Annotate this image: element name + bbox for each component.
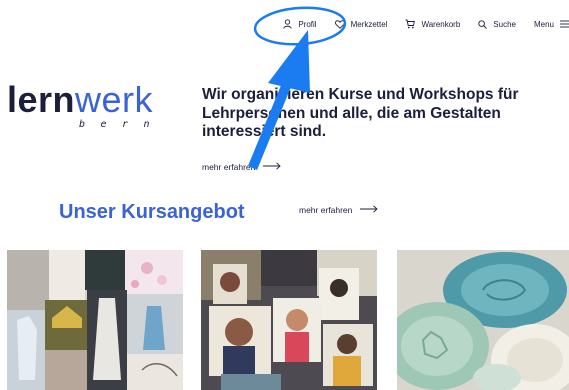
lernwerk-logo[interactable]: lernwerk bern <box>7 82 166 131</box>
arrow-right-icon <box>360 205 379 215</box>
nav-menu[interactable]: Menu <box>534 20 569 29</box>
nav-merkzettel[interactable]: Merkzettel <box>334 19 388 29</box>
hero-more-link[interactable]: mehr erfahren <box>202 162 532 172</box>
logo-subline: bern <box>79 119 166 130</box>
user-icon <box>283 19 292 29</box>
hamburger-icon <box>560 20 569 28</box>
logo-wordmark: lernwerk <box>7 82 165 118</box>
nav-profil-label: Profil <box>298 19 317 29</box>
nav-merkzettel-label: Merkzettel <box>350 19 388 29</box>
course-card-3[interactable] <box>397 250 569 390</box>
courses-more-link[interactable]: mehr erfahren <box>299 205 379 215</box>
logo-strong: lern <box>7 79 76 120</box>
heart-icon <box>334 19 345 29</box>
photo-magazines-image <box>201 250 377 390</box>
search-icon <box>478 19 488 29</box>
nav-suche[interactable]: Suche <box>478 20 516 29</box>
hero-text: Wir organisieren Kurse und Workshops für… <box>202 86 519 140</box>
hero-section: Wir organisieren Kurse und Workshops für… <box>202 86 532 172</box>
cart-icon <box>405 19 416 29</box>
nav-profil[interactable]: Profil <box>283 19 317 29</box>
course-cards <box>0 250 569 390</box>
course-card-1[interactable] <box>7 250 183 390</box>
arrow-right-icon <box>263 161 282 172</box>
courses-title: Unser Kursangebot <box>59 201 245 223</box>
courses-more-label: mehr erfahren <box>299 205 353 215</box>
logo-light: werk <box>75 79 154 120</box>
hero-more-label: mehr erfahren <box>202 161 256 172</box>
ceramic-plates-image <box>397 250 569 390</box>
nav-suche-label: Suche <box>493 19 516 29</box>
textile-collage-image <box>7 250 183 390</box>
nav-menu-label: Menu <box>533 19 554 29</box>
nav-warenkorb-label: Warenkorb <box>421 19 461 29</box>
top-nav: Profil Merkzettel Warenkorb Suche Menu <box>283 16 569 32</box>
nav-warenkorb[interactable]: Warenkorb <box>405 19 460 29</box>
course-card-2[interactable] <box>201 250 377 390</box>
